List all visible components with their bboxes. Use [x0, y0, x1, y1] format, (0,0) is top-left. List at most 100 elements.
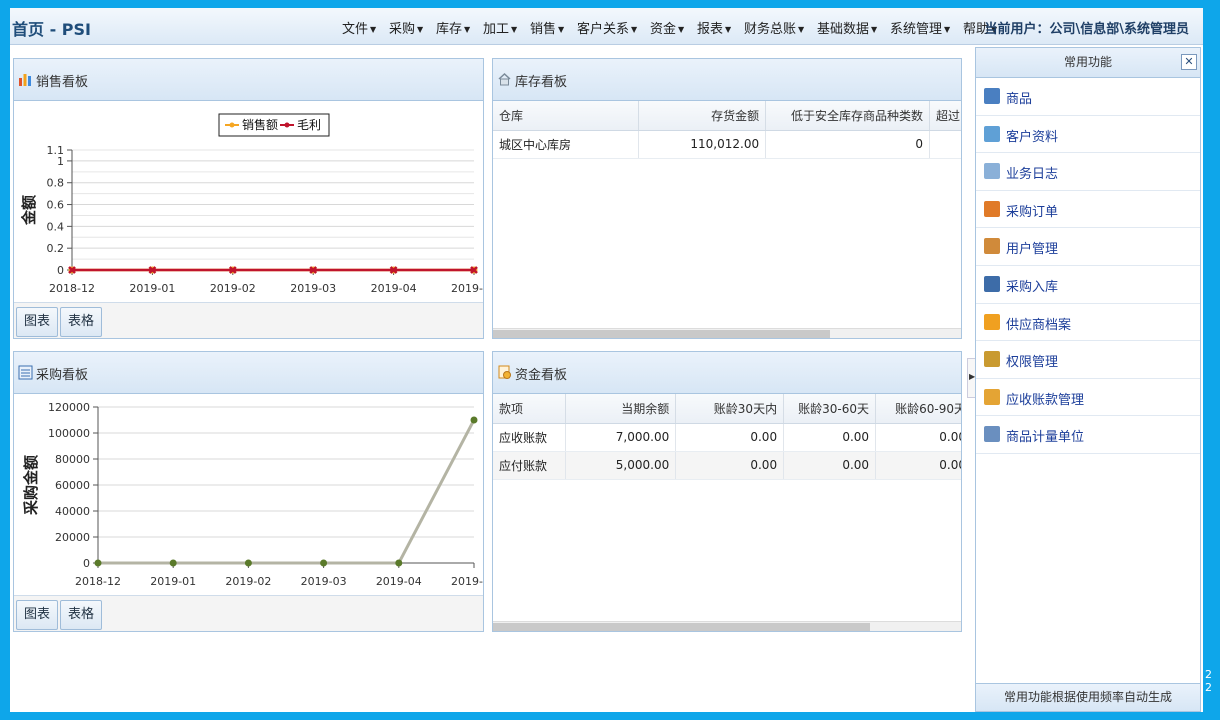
menu-label: 系统管理: [890, 22, 943, 37]
legend-marker: [284, 122, 290, 128]
supplier-icon: [984, 313, 1000, 330]
menu-reports[interactable]: 报表 ▼: [697, 18, 731, 37]
table-cell: 0.00: [675, 423, 785, 452]
data-point: [244, 559, 252, 567]
chevron-down-icon: ▼: [417, 25, 424, 34]
tab-table[interactable]: 表格: [60, 307, 102, 337]
menu-crm[interactable]: 客户关系 ▼: [577, 18, 637, 37]
page-title: 首页 - PSI: [12, 20, 91, 39]
close-icon[interactable]: ✕: [1181, 54, 1197, 70]
tab-chart[interactable]: 图表: [16, 307, 58, 337]
table-cell: 0.00: [783, 423, 877, 452]
column-header[interactable]: 存货金额: [638, 101, 767, 131]
table-row[interactable]: 应付账款 5,000.00 0.00 0.00 0.00: [493, 451, 961, 480]
x-tick-label: 2018-12: [49, 282, 95, 295]
scrollbar-thumb[interactable]: [493, 330, 830, 338]
x-tick-label: 2019-01: [129, 282, 175, 295]
shortcut-item[interactable]: 权限管理: [976, 341, 1200, 379]
column-header[interactable]: 仓库: [493, 101, 640, 131]
chevron-down-icon: ▼: [511, 25, 518, 34]
menu-label: 财务总账: [744, 22, 797, 37]
shortcuts-sidebar: 常用功能 ✕ 商品 客户资料 业务日志 采购订单 用户管理采购入库供应商档案权限管理 应收…: [975, 47, 1201, 712]
horizontal-scrollbar[interactable]: [493, 621, 961, 631]
purchase-panel: 采购看板 0 20000 40000 60000 80000 100000 120000 20…: [13, 351, 484, 632]
lock-icon: [984, 351, 1000, 368]
sales-panel: 销售看板 0 0.2 0.4 0.6 0.8 1 1.1 2018-12 2019-01 2019…: [13, 58, 484, 339]
tab-table[interactable]: 表格: [60, 600, 102, 630]
menu-label: 资金: [650, 22, 677, 37]
menu-processing[interactable]: 加工 ▼: [483, 18, 517, 37]
shortcut-label: 采购入库: [1006, 279, 1059, 295]
current-user: 当前用户：公司\信息部\系统管理员: [984, 22, 1190, 37]
shortcut-item[interactable]: 采购入库: [976, 266, 1200, 304]
data-point: [320, 559, 328, 567]
warehouse-icon: [498, 72, 511, 86]
menu-inventory[interactable]: 库存 ▼: [436, 18, 470, 37]
y-tick-label: 100000: [48, 427, 90, 440]
panel-title: 销售看板: [36, 75, 89, 90]
chart-tabs: 图表 表格: [14, 302, 483, 338]
y-tick-label: 40000: [55, 505, 90, 518]
menu-label: 采购: [389, 22, 416, 37]
y-tick-label: 1.1: [47, 144, 65, 157]
log-icon: [984, 163, 1000, 180]
shortcut-item[interactable]: 供应商档案: [976, 304, 1200, 342]
column-header[interactable]: 款项: [493, 394, 567, 424]
table-row[interactable]: 城区中心库房 110,012.00 0: [493, 130, 961, 159]
inventory-panel: 库存看板 仓库 存货金额 低于安全库存商品种类数 超过 城区中心库房 110,0…: [492, 58, 962, 339]
horizontal-scrollbar[interactable]: [493, 328, 961, 338]
menu-system[interactable]: 系统管理 ▼: [890, 18, 950, 37]
chevron-down-icon: ▼: [558, 25, 565, 34]
series-line: [98, 419, 476, 565]
y-tick-label: 0.2: [47, 242, 65, 255]
column-header[interactable]: 账龄30-60天: [783, 394, 877, 424]
shortcut-item[interactable]: 采购订单: [976, 191, 1200, 229]
table-cell: 应付账款: [493, 451, 567, 480]
sidebar-title: 常用功能: [1063, 55, 1112, 69]
y-tick-label: 60000: [55, 479, 90, 492]
menu-purchase[interactable]: 采购 ▼: [389, 18, 423, 37]
menu-funds[interactable]: 资金 ▼: [650, 18, 684, 37]
x-tick-label: 2019-04: [376, 575, 422, 588]
sidebar-footer: 常用功能根据使用频率自动生成: [976, 683, 1200, 711]
stock-in-icon: [984, 275, 1000, 292]
legend-marker: [229, 122, 235, 128]
y-tick-label: 0.4: [47, 220, 65, 233]
column-header[interactable]: 低于安全库存商品种类数: [765, 101, 931, 131]
menu-label: 加工: [483, 22, 510, 37]
x-tick-label: 2018-12: [75, 575, 121, 588]
y-tick-label: 20000: [55, 531, 90, 544]
shortcut-item[interactable]: 业务日志: [976, 153, 1200, 191]
column-header[interactable]: 超过: [929, 101, 961, 131]
x-tick-label: 2019-02: [225, 575, 271, 588]
shortcut-label: 供应商档案: [1006, 317, 1072, 333]
sidebar-collapse-handle[interactable]: ▶: [967, 358, 975, 398]
y-tick-label: 0.8: [47, 177, 65, 190]
tab-chart[interactable]: 图表: [16, 600, 58, 630]
panel-header: 采购看板: [14, 352, 483, 394]
menu-ledger[interactable]: 财务总账 ▼: [744, 18, 804, 37]
y-axis-label: 采购金额: [22, 455, 40, 516]
scrollbar-thumb[interactable]: [493, 623, 870, 631]
table-cell: 0: [765, 130, 931, 159]
menu-label: 客户关系: [577, 22, 630, 37]
shortcut-item[interactable]: 应收账款管理: [976, 379, 1200, 417]
chevron-down-icon: ▼: [370, 25, 377, 34]
menu-label: 库存: [436, 22, 463, 37]
menu-sales[interactable]: 销售 ▼: [530, 18, 564, 37]
shortcut-item[interactable]: 用户管理: [976, 228, 1200, 266]
shortcut-item[interactable]: 商品: [976, 78, 1200, 116]
chart-legend: 销售额 毛利: [218, 113, 330, 137]
shortcut-item[interactable]: 商品计量单位: [976, 416, 1200, 454]
shortcut-item[interactable]: 客户资料: [976, 116, 1200, 154]
funds-table: 款项 当期余额 账龄30天内 账龄30-60天 账龄60-90天 应收账款 7,…: [493, 394, 961, 480]
column-header[interactable]: 账龄30天内: [675, 394, 785, 424]
x-tick-label: 2019-03: [301, 575, 347, 588]
menu-file[interactable]: 文件 ▼: [342, 18, 376, 37]
table-row[interactable]: 应收账款 7,000.00 0.00 0.00 0.00: [493, 423, 961, 452]
menu-base-data[interactable]: 基础数据 ▼: [817, 18, 877, 37]
document-list-icon: [18, 365, 33, 380]
column-header[interactable]: 当期余额: [565, 394, 677, 424]
data-point: [169, 559, 177, 567]
column-header[interactable]: 账龄60-90天: [875, 394, 961, 424]
